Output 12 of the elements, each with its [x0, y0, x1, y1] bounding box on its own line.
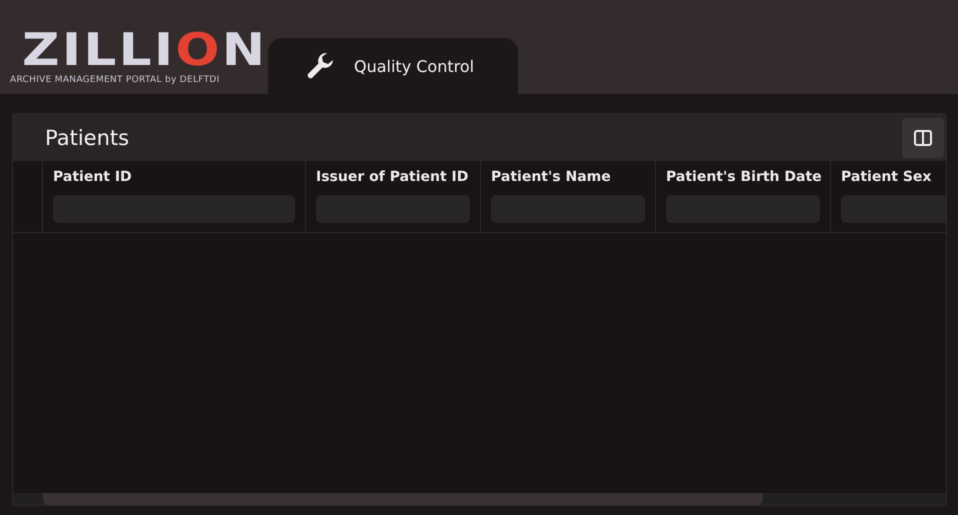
logo-tagline: ARCHIVE MANAGEMENT PORTAL by DELFTDI	[10, 75, 220, 85]
scrollbar[interactable]	[13, 493, 946, 505]
column-header[interactable]: Patient Sex	[841, 169, 946, 185]
panel-title: Patients	[45, 126, 130, 150]
columns-button[interactable]	[902, 118, 944, 158]
columns-icon	[914, 130, 932, 146]
column-header[interactable]: Issuer of Patient ID	[316, 169, 470, 185]
column-header[interactable]: Patient's Name	[491, 169, 645, 185]
column-header[interactable]: Patient's Birth Date	[666, 169, 820, 185]
tab[interactable]: Quality Control	[268, 38, 518, 94]
logo-text: ZILLION	[22, 27, 268, 73]
column-header[interactable]: Patient ID	[53, 169, 295, 185]
